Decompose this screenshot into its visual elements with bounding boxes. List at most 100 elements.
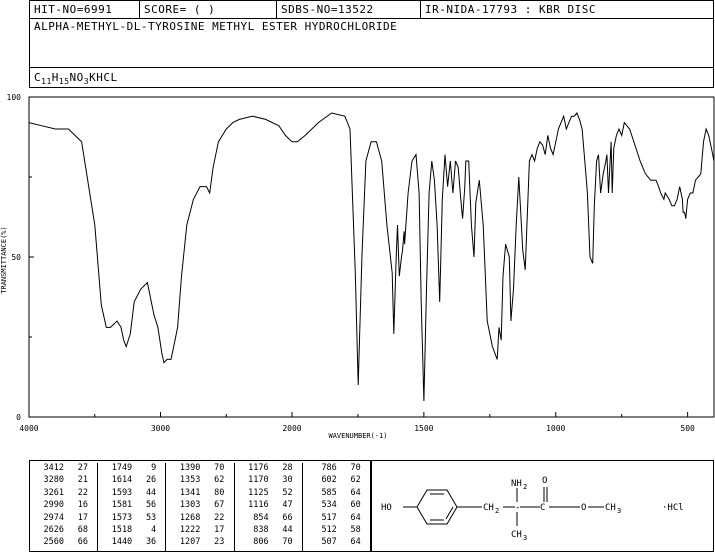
peak-transmittance: 68 — [77, 525, 88, 535]
y-axis-label: TRANSMITTANCE(%) — [0, 226, 8, 293]
hydroxyl-label: HO — [381, 503, 392, 513]
peak-transmittance: 64 — [350, 512, 361, 523]
peak-wavenumber: 1749 — [111, 463, 133, 473]
peak-transmittance: 44 — [145, 487, 157, 498]
peak-wavenumber: 1170 — [248, 475, 269, 486]
peak-wavenumber: 1353 — [179, 475, 201, 486]
peak-column: 1390 70 1353 62 1341 80 1303 67 1268 22 1222 17 1207… — [166, 463, 235, 551]
peak-transmittance: 62 — [350, 475, 361, 486]
peak-row: 1341 80 — [166, 488, 233, 499]
peak-row: 1573 53 — [98, 513, 165, 524]
peak-row: 3412 27 — [30, 463, 97, 474]
peak-transmittance: 9 — [151, 463, 157, 473]
peak-transmittance: 62 — [214, 475, 225, 486]
peak-wavenumber: 512 — [321, 525, 337, 535]
ester-carbon: C — [540, 503, 545, 513]
peak-row: 1749 9 — [98, 463, 165, 474]
peak-wavenumber: 1176 — [248, 463, 269, 473]
peak-transmittance: 52 — [282, 487, 293, 498]
x-tick-label: 3000 — [151, 424, 170, 433]
ch2-subscript: 2 — [495, 507, 499, 515]
peak-row: 1518 4 — [98, 525, 165, 536]
peak-transmittance: 70 — [214, 463, 225, 473]
peak-wavenumber: 1593 — [111, 487, 133, 498]
peak-transmittance: 17 — [214, 525, 225, 535]
amine-subscript: 2 — [523, 483, 527, 491]
hydrochloride-label: ·HCl — [662, 503, 684, 513]
peak-transmittance: 30 — [282, 475, 293, 486]
peak-transmittance: 80 — [214, 487, 225, 498]
peak-transmittance: 36 — [145, 537, 157, 548]
peak-transmittance: 28 — [282, 463, 293, 473]
peak-wavenumber: 1341 — [179, 487, 201, 498]
peak-wavenumber: 806 — [253, 537, 269, 548]
peak-row: 2990 16 — [30, 500, 97, 511]
peak-row: 1614 26 — [98, 475, 165, 486]
x-tick-label: 1500 — [414, 424, 433, 433]
peak-wavenumber: 838 — [253, 525, 269, 535]
x-tick-label: 2000 — [282, 424, 301, 433]
peak-row: 1176 28 — [235, 463, 302, 474]
peak-transmittance: 4 — [151, 525, 157, 535]
x-tick-label: 4000 — [19, 424, 38, 433]
peak-transmittance: 26 — [145, 475, 157, 486]
peak-transmittance: 21 — [77, 475, 88, 486]
peak-transmittance: 60 — [350, 500, 361, 511]
peak-row: 585 64 — [303, 488, 371, 499]
peak-row: 534 60 — [303, 500, 371, 511]
peak-transmittance: 66 — [282, 512, 293, 523]
peak-wavenumber: 3412 — [43, 463, 64, 473]
peak-transmittance: 53 — [145, 512, 157, 523]
peak-wavenumber: 1390 — [179, 463, 201, 473]
peak-transmittance: 64 — [350, 487, 361, 498]
peak-transmittance: 67 — [214, 500, 225, 511]
y-tick-label: 0 — [16, 413, 21, 422]
peak-wavenumber: 3280 — [43, 475, 64, 486]
peak-row: 1390 70 — [166, 463, 233, 474]
peak-wavenumber: 1207 — [179, 537, 201, 548]
benzene-ring — [416, 489, 458, 525]
alpha-carbon: - — [515, 503, 520, 513]
peak-row: 507 64 — [303, 537, 371, 548]
peak-wavenumber: 2560 — [43, 537, 64, 548]
peak-wavenumber: 1573 — [111, 512, 133, 523]
peak-row: 806 70 — [235, 537, 302, 548]
peak-wavenumber: 2974 — [43, 512, 64, 523]
peak-row: 2974 17 — [30, 513, 97, 524]
peak-transmittance: 22 — [77, 487, 88, 498]
peak-row: 1440 36 — [98, 537, 165, 548]
peak-row: 786 70 — [303, 463, 371, 474]
peak-row: 2626 68 — [30, 525, 97, 536]
peak-transmittance: 44 — [282, 525, 293, 535]
x-tick-label: 1000 — [546, 424, 565, 433]
peak-row: 838 44 — [235, 525, 302, 536]
y-tick-label: 100 — [7, 93, 22, 102]
peak-wavenumber: 1116 — [248, 500, 269, 511]
peak-row: 854 66 — [235, 513, 302, 524]
alpha-methyl-subscript: 3 — [523, 534, 527, 542]
peak-wavenumber: 854 — [253, 512, 269, 523]
ch2-label: CH — [483, 503, 494, 513]
peak-row: 1222 17 — [166, 525, 233, 536]
peak-row: 1593 44 — [98, 488, 165, 499]
y-tick-labels: 100 50 0 — [7, 93, 22, 422]
peak-wavenumber: 1440 — [111, 537, 133, 548]
x-tick-label: 500 — [680, 424, 695, 433]
peak-transmittance: 66 — [77, 537, 88, 548]
peak-row: 1170 30 — [235, 475, 302, 486]
peak-row: 3261 22 — [30, 488, 97, 499]
peak-column: 786 70 602 62 585 64 534 60 517 64 512 58 507 64 — [303, 463, 371, 551]
peak-column: 3412 27 3280 21 3261 22 2990 16 2974 17 2626 68 2560… — [30, 463, 99, 551]
ester-methyl-subscript: 3 — [617, 507, 621, 515]
peak-transmittance: 58 — [350, 525, 361, 535]
peak-wavenumber: 1614 — [111, 475, 133, 486]
peak-transmittance: 70 — [282, 537, 293, 548]
chemical-structure: HO CH 2 - NH 2 O C O CH 3 CH 3 ·HCl — [371, 460, 714, 552]
peak-wavenumber: 1518 — [111, 525, 133, 535]
peak-row: 3280 21 — [30, 475, 97, 486]
peak-table: 3412 27 3280 21 3261 22 2990 16 2974 17 2626 68 2560… — [29, 460, 371, 552]
peak-row: 1125 52 — [235, 488, 302, 499]
peak-row: 1581 56 — [98, 500, 165, 511]
ir-spectrum-chart: 100500 4000 3000 2000 1500 1000 500 TRANSMITT… — [0, 93, 715, 440]
peak-row: 1303 67 — [166, 500, 233, 511]
